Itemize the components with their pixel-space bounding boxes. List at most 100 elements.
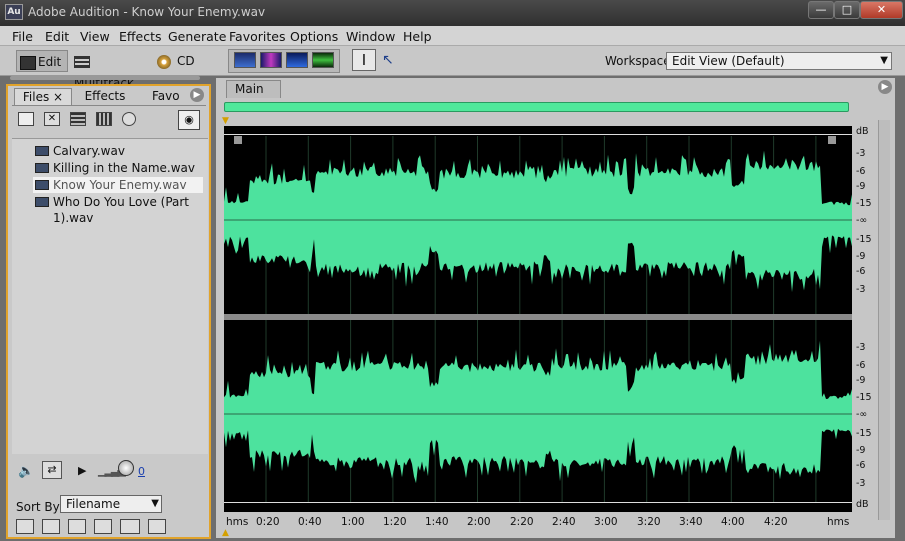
time-label: 3:40 [679,516,703,528]
show-loops-icon[interactable] [42,519,60,534]
file-item-label: Who Do You Love (Part 1).wav [53,195,190,225]
menu-effects[interactable]: Effects [119,29,162,44]
menu-file[interactable]: File [12,29,33,44]
file-item-selected[interactable]: Know Your Enemy.wav [33,177,203,193]
left-channel-waveform [224,150,852,293]
marquee-selection-tool-icon[interactable]: ↖ [382,51,404,69]
time-selection-tool-icon[interactable]: I [352,49,376,71]
tab-main[interactable]: Main [226,80,281,98]
waveform-svg[interactable] [224,126,852,512]
show-midi-files-icon[interactable] [94,519,112,534]
panel-menu-icon[interactable]: ▶ [878,80,892,94]
fade-in-handle-icon[interactable] [234,136,242,144]
ruler-label: -3 [856,342,866,353]
speaker-icon[interactable]: 🔈 [18,464,34,479]
ruler-label: -6 [856,166,866,177]
menu-generate[interactable]: Generate [168,29,226,44]
insert-into-cd-list-icon[interactable] [96,112,112,126]
panel-gripper [6,76,211,82]
open-file-icon[interactable] [18,112,34,126]
tab-favorites[interactable]: Favo [144,88,190,105]
chevron-down-icon: ▼ [151,498,159,509]
ruler-label: -3 [856,148,866,159]
chevron-down-icon: ▼ [880,55,888,66]
show-full-paths-icon[interactable] [148,519,166,534]
show-file-options-icon[interactable] [120,519,140,534]
play-file-icon[interactable] [122,112,136,126]
sort-by-value: Filename [66,497,121,511]
panel-menu-icon[interactable]: ▶ [190,88,204,102]
file-item-label: Calvary.wav [53,144,125,158]
insert-into-multitrack-icon[interactable] [70,112,86,126]
window-title: Adobe Audition - Know Your Enemy.wav [28,5,266,19]
cd-view-button[interactable]: CD [157,50,201,72]
menu-bar: File Edit View Effects Generate Favorite… [0,26,905,46]
file-list: Calvary.wav Killing in the Name.wav Know… [12,138,208,454]
ruler-label: -15 [856,198,872,209]
ruler-label: -15 [856,392,872,403]
sort-by-label: Sort By: [16,500,63,514]
title-bar: Au Adobe Audition - Know Your Enemy.wav … [0,0,905,26]
sort-by-select[interactable]: Filename ▼ [60,495,162,513]
menu-help[interactable]: Help [403,29,432,44]
minimize-button[interactable]: — [808,1,834,19]
menu-favorites[interactable]: Favorites [229,29,285,44]
time-label: 1:40 [425,516,449,528]
close-button[interactable]: ✕ [860,1,903,19]
menu-view[interactable]: View [80,29,110,44]
play-icon[interactable]: ▶ [78,464,86,477]
ruler-label: -3 [856,478,866,489]
time-label: 2:20 [510,516,534,528]
tab-files[interactable]: Files × [14,88,72,105]
waveform-display[interactable] [224,126,852,512]
ruler-label: -15 [856,234,872,245]
close-tab-icon[interactable]: × [53,90,63,104]
wav-file-icon [35,180,49,190]
time-label: 0:40 [298,516,322,528]
waveform-view-icon[interactable] [234,52,256,68]
overview-range-bar[interactable] [224,102,849,112]
ruler-label: dB [856,126,869,137]
time-label: 2:00 [467,516,491,528]
spectral-phase-view-icon[interactable] [312,52,334,68]
audition-logo-icon: Au [5,4,23,20]
tab-files-label: Files [22,90,50,104]
time-label: 1:20 [383,516,407,528]
ruler-label: -9 [856,445,866,456]
spectral-frequency-view-icon[interactable] [260,52,282,68]
fade-out-handle-icon[interactable] [828,136,836,144]
menu-window[interactable]: Window [346,29,395,44]
tab-effects[interactable]: Effects [74,88,136,105]
cd-label: CD [177,54,195,68]
ruler-label: -6 [856,266,866,277]
show-audio-files-icon[interactable] [16,519,34,534]
file-item[interactable]: Who Do You Love (Part 1).wav [33,194,203,225]
wav-file-icon [35,163,49,173]
edit-view-button[interactable]: Edit [16,50,68,72]
ruler-label: -6 [856,460,866,471]
menu-options[interactable]: Options [290,29,338,44]
show-file-options-icon[interactable]: ◉ [178,110,200,130]
tab-divider [12,105,206,106]
show-video-files-icon[interactable] [68,519,86,534]
workspace-select[interactable]: Edit View (Default) ▼ [666,52,892,70]
file-item[interactable]: Calvary.wav [33,143,203,159]
close-file-icon[interactable]: ✕ [44,112,60,126]
spectral-pan-view-icon[interactable] [286,52,308,68]
menu-edit[interactable]: Edit [45,29,69,44]
maximize-button[interactable]: □ [834,1,860,19]
multitrack-view-button[interactable]: Multitrack [74,50,150,90]
playhead-marker-icon[interactable]: ▼ [222,116,229,126]
workspace-value: Edit View (Default) [672,54,785,68]
file-item-label: Know Your Enemy.wav [53,178,187,192]
vertical-scrollbar[interactable] [878,120,890,520]
ruler-label: dB [856,499,869,510]
volume-knob[interactable] [118,460,134,476]
volume-value[interactable]: 0 [138,465,145,478]
file-item[interactable]: Killing in the Name.wav [33,160,203,176]
files-panel: Files × Effects Favo ▶ ✕ ◉ Calvary.wav K… [6,84,211,539]
autoplay-toggle-icon[interactable]: ⇄ [42,461,62,479]
multitrack-icon [74,55,90,68]
time-label: 3:20 [637,516,661,528]
ruler-label: -9 [856,375,866,386]
